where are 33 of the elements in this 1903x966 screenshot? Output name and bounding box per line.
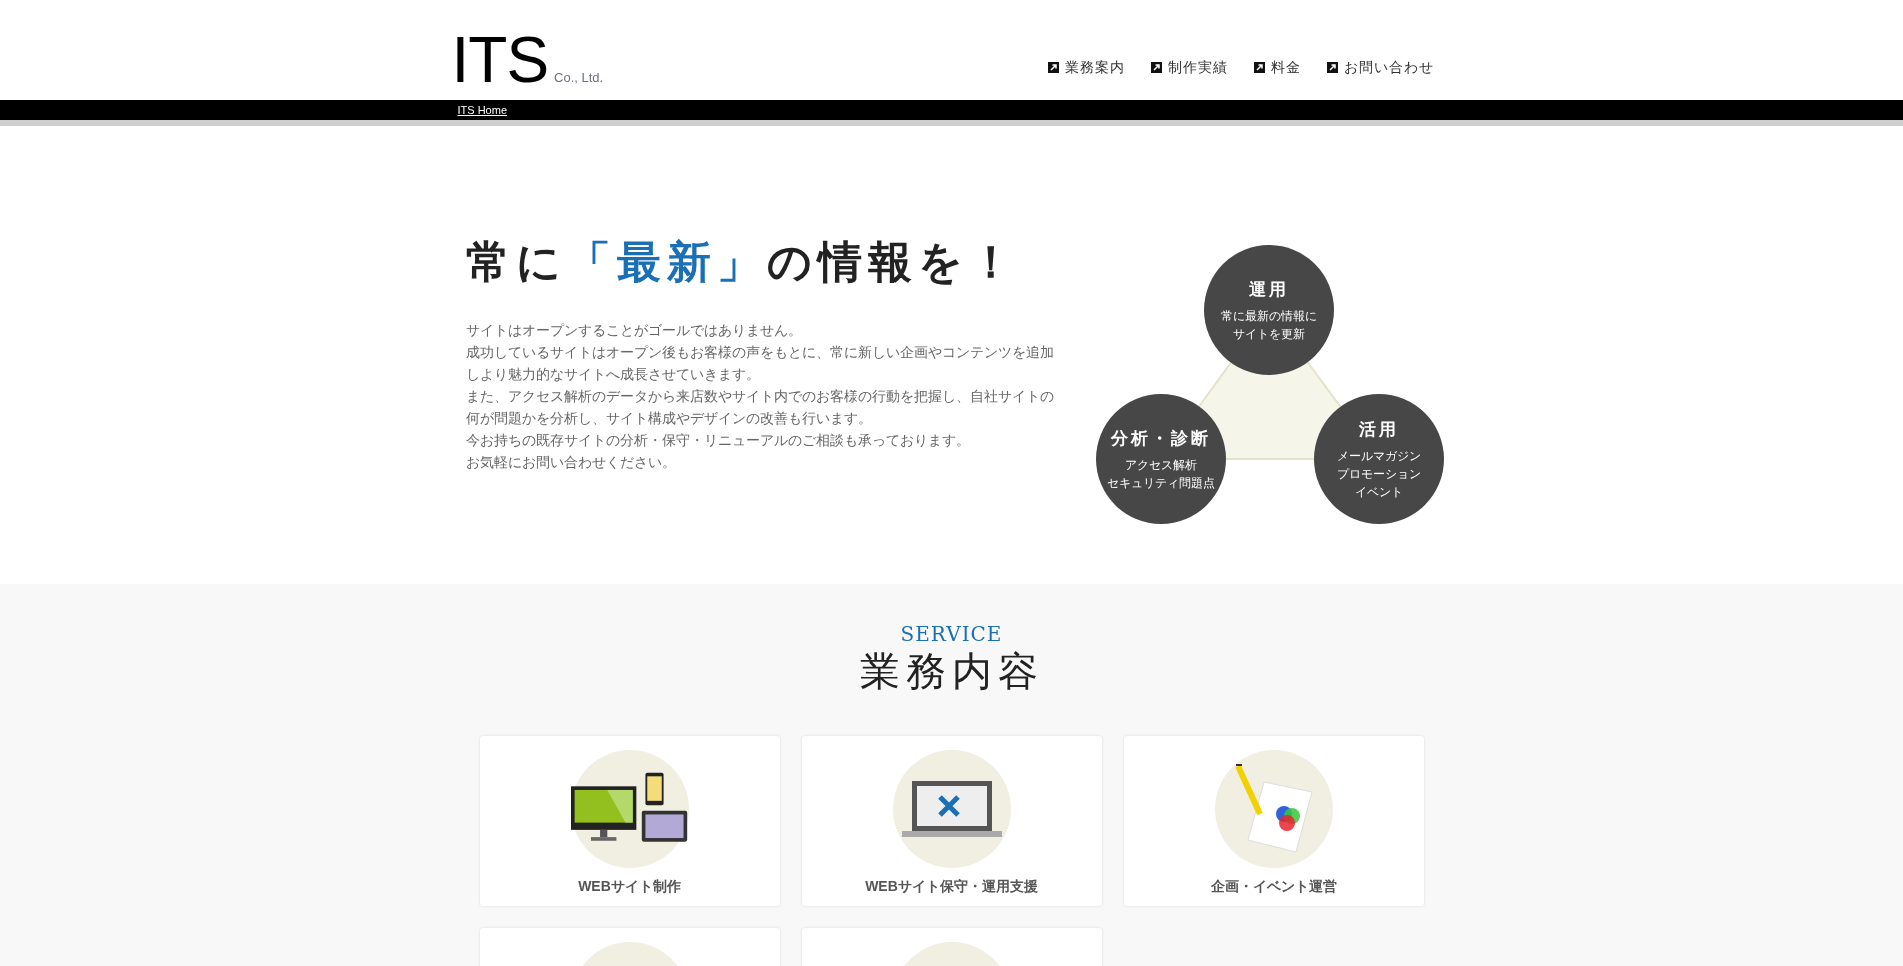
node-title: 運用	[1248, 279, 1289, 302]
arrow-icon	[1326, 62, 1338, 73]
pencil-paper-icon	[1233, 764, 1314, 854]
service-card[interactable]: WEBサイト制作	[479, 736, 780, 906]
arrow-icon	[1253, 62, 1265, 73]
breadcrumb-link[interactable]: ITS Home	[457, 101, 507, 119]
logo[interactable]: ITS	[451, 36, 549, 84]
nav-link[interactable]: 料金	[1253, 57, 1301, 78]
service-card[interactable]: WEBサイト保守・運用支援	[801, 736, 1102, 906]
arrow-icon	[1047, 62, 1059, 73]
node-title: 活用	[1358, 419, 1399, 442]
nav-link[interactable]: 業務案内	[1047, 57, 1125, 78]
card-label: WEBサイト制作	[578, 877, 681, 896]
hero-paragraph: サイトはオープンすることがゴールではありません。 成功しているサイトはオープン後もお客様の声をもとに、常に新しい企画やコンテンツを追加 しより魅力的なサイトへ成長させていきます。 また、アクセス解析のデータから来店数やサイト内でのお客様の行動を把握し、自社サイトの 何が問題かを分析し、サイト構成やデザインの改善も行います。 今お持ちの既存サイトの分析・保守・リニューアルのご相談も承っております。 お気軽にお問い合わせください。	[465, 322, 1055, 472]
node-title: 分析・診断	[1110, 428, 1211, 451]
node-text: セキュリティ問題点	[1106, 474, 1215, 492]
nav-link[interactable]: お問い合わせ	[1326, 57, 1434, 78]
hero-title: 常に「最新」の情報を！	[465, 235, 1020, 289]
node-text: イベント	[1354, 483, 1403, 501]
logo-suffix: Co., Ltd.	[554, 71, 604, 84]
card-label: 企画・イベント運営	[1210, 877, 1337, 896]
card-label: WEBサイト保守・運用支援	[865, 877, 1038, 896]
node-text: アクセス解析	[1124, 456, 1197, 474]
nav-link[interactable]: 制作実績	[1150, 57, 1228, 78]
node-text: サイトを更新	[1232, 325, 1305, 343]
node-text: 常に最新の情報に	[1220, 307, 1317, 325]
arrow-icon	[1150, 62, 1162, 73]
service-card[interactable]: 企画・イベント運営	[1123, 736, 1424, 906]
section-eyebrow: SERVICE	[900, 622, 1003, 646]
laptop-icon	[901, 779, 1002, 839]
node-text: プロモーション	[1336, 465, 1421, 483]
section-heading: 業務内容	[859, 647, 1044, 696]
node-text: メールマガジン	[1336, 447, 1421, 465]
